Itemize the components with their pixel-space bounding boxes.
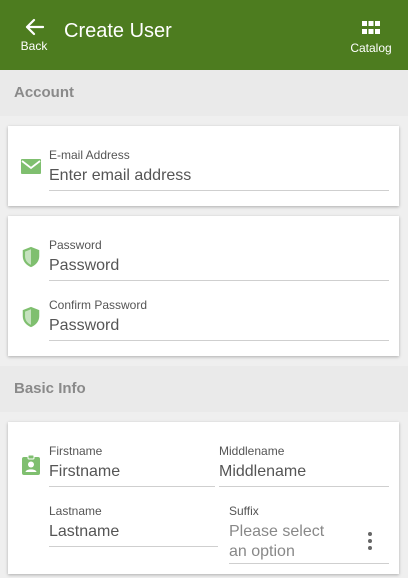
firstname-label: Firstname [49, 444, 103, 458]
catalog-button[interactable]: Catalog [346, 18, 396, 58]
password-card: Password Confirm Password [8, 216, 399, 356]
middlename-input[interactable] [219, 461, 389, 487]
firstname-input[interactable] [49, 461, 215, 487]
catalog-label: Catalog [350, 41, 392, 55]
section-title-account: Account [14, 84, 74, 101]
more-vert-icon [367, 532, 373, 552]
email-field: E-mail Address [49, 148, 389, 191]
lastname-field: Lastname [49, 504, 218, 547]
email-label: E-mail Address [49, 148, 130, 162]
suffix-select-value: Please select an option [229, 523, 325, 560]
grid-icon [362, 21, 380, 34]
back-button[interactable]: Back [14, 12, 54, 58]
password-input[interactable] [49, 255, 389, 281]
lastname-input[interactable] [49, 521, 218, 547]
basic-info-card: Firstname Middlename Lastname Suffix Ple… [8, 422, 399, 574]
confirm-password-field: Confirm Password [49, 298, 389, 341]
email-input[interactable] [49, 165, 389, 191]
arrow-left-icon [25, 18, 44, 36]
middlename-label: Middlename [219, 444, 285, 458]
back-label: Back [20, 39, 48, 53]
lastname-label: Lastname [49, 504, 102, 518]
password-field: Password [49, 238, 389, 281]
section-title-basic-info: Basic Info [14, 380, 86, 397]
password-label: Password [49, 238, 102, 252]
firstname-field: Firstname [49, 444, 215, 487]
section-header-basic-info: Basic Info [0, 366, 408, 412]
mail-icon [21, 159, 41, 174]
suffix-label: Suffix [229, 504, 259, 518]
id-badge-icon [22, 454, 40, 475]
suffix-select[interactable]: Please select an option [229, 522, 389, 564]
shield-icon [22, 306, 40, 328]
section-header-account: Account [0, 70, 408, 116]
app-header: Back Create User Catalog [0, 0, 408, 70]
confirm-password-input[interactable] [49, 315, 389, 341]
suffix-field: Suffix [229, 504, 389, 518]
middlename-field: Middlename [219, 444, 389, 487]
email-card: E-mail Address [8, 126, 399, 206]
confirm-password-label: Confirm Password [49, 298, 148, 312]
page-title: Create User [64, 20, 172, 42]
shield-icon [22, 246, 40, 268]
